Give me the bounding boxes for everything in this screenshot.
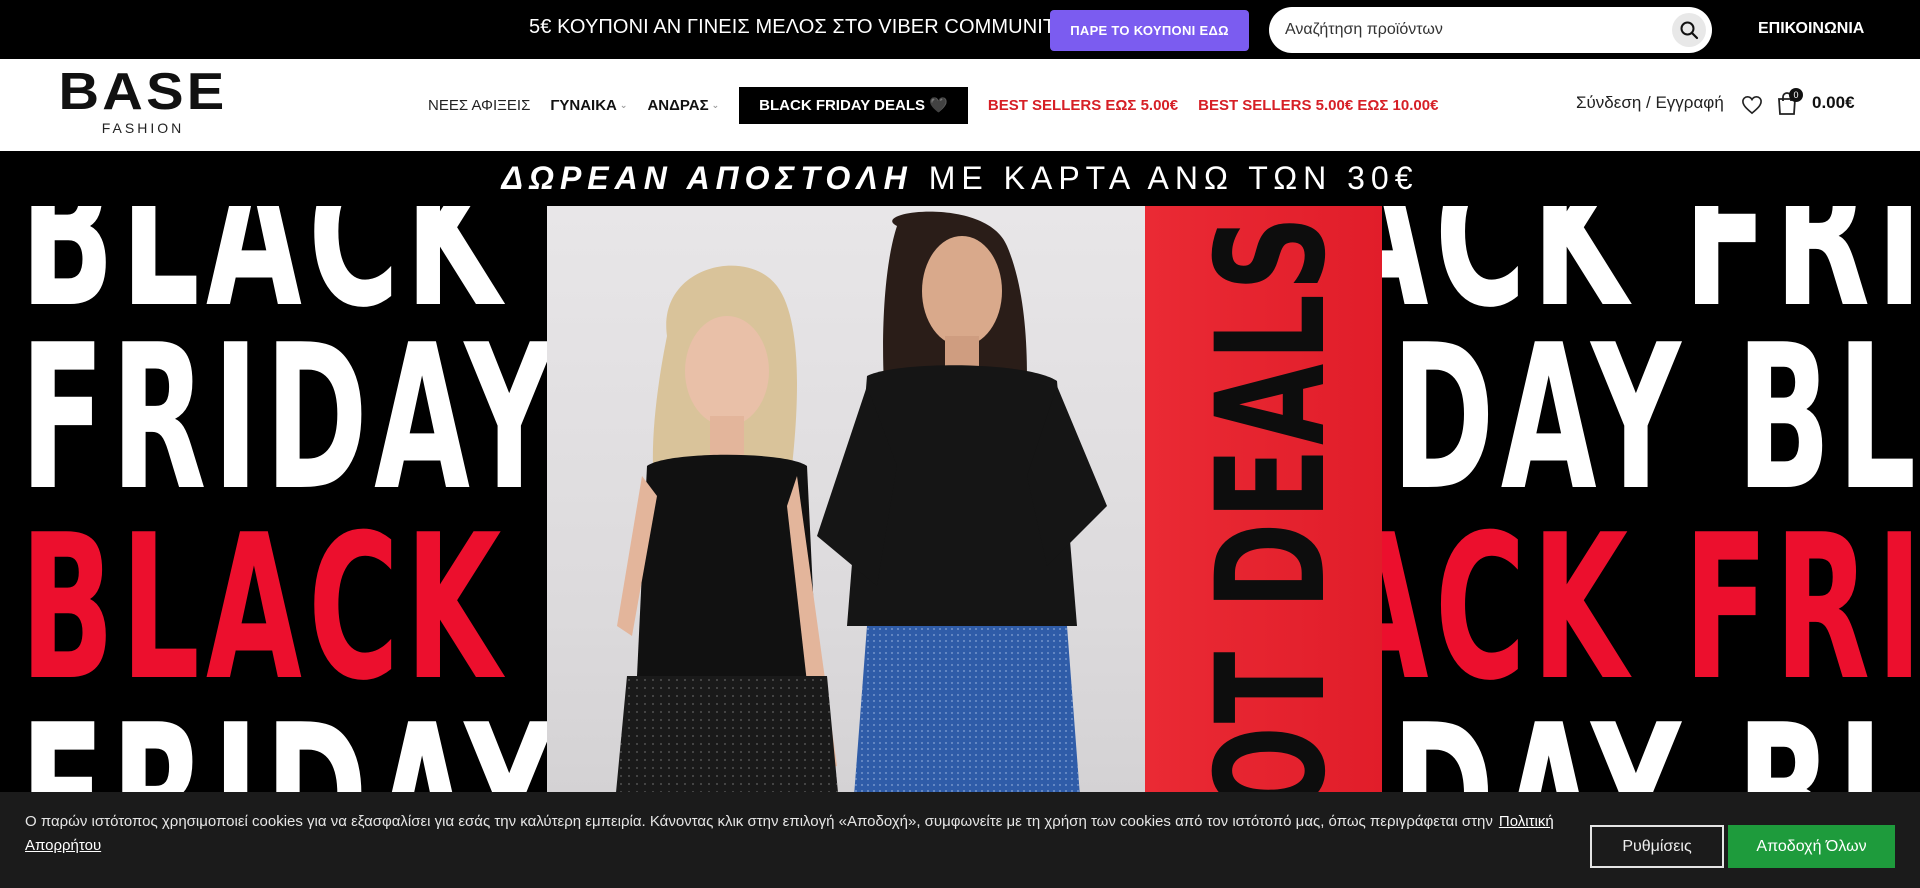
hero-banner[interactable]: BLACK FRIDAY BLACK FRIDAY FRIDAY BLACK F… <box>0 206 1920 888</box>
main-nav: ΝΕΕΣ ΑΦΙΞΕΙΣ ΓΥΝΑΙΚΑ ⌄ ΑΝΔΡΑΣ ⌄ BLACK FRID… <box>428 59 1458 151</box>
cookie-text: Ο παρών ιστότοπος χρησιμοποιεί cookies γ… <box>25 810 1555 858</box>
cookie-message: Ο παρών ιστότοπος χρησιμοποιεί cookies γ… <box>25 813 1493 830</box>
promo-text: 5€ ΚΟΥΠΟΝΙ ΑΝ ΓΙΝΕΙΣ ΜΕΛΟΣ ΣΤΟ VIBER COM… <box>529 16 1069 38</box>
search-icon <box>1680 21 1699 40</box>
heart-icon[interactable] <box>1741 95 1763 115</box>
nav-item-best-sellers-5-10[interactable]: BEST SELLERS 5.00€ ΕΩΣ 10.00€ <box>1198 97 1438 114</box>
cart-total[interactable]: 0.00€ <box>1812 93 1855 113</box>
get-coupon-button[interactable]: ΠΑΡΕ ΤΟ ΚΟΥΠΟΝΙ ΕΔΩ <box>1050 10 1249 51</box>
hero-photo <box>547 206 1145 888</box>
nav-item-men[interactable]: ΑΝΔΡΑΣ ⌄ <box>647 97 719 114</box>
free-shipping-bar: ΔΩΡΕΑΝ ΑΠΟΣΤΟΛΗ ΜΕ ΚΑΡΤΑ ΑΝΩ ΤΩΝ 30€ <box>0 151 1920 206</box>
search-button[interactable] <box>1672 13 1706 47</box>
hot-deals-text: HOT DEALS <box>1185 206 1359 888</box>
accept-all-cookies-button[interactable]: Αποδοχή Όλων <box>1728 825 1895 868</box>
nav-item-women[interactable]: ΓΥΝΑΙΚΑ ⌄ <box>550 97 627 114</box>
cookie-settings-button[interactable]: Ρυθμίσεις <box>1590 825 1724 868</box>
cookie-consent-bar: Ο παρών ιστότοπος χρησιμοποιεί cookies γ… <box>0 792 1920 888</box>
search-input[interactable] <box>1285 7 1655 53</box>
logo-main-text: BASE <box>58 63 228 121</box>
chevron-down-icon: ⌄ <box>619 99 628 110</box>
logo-sub-text: FASHION <box>101 120 185 136</box>
hot-deals-panel: HOT DEALS <box>1145 206 1382 888</box>
cart-count-badge: 0 <box>1789 88 1803 102</box>
chevron-down-icon: ⌄ <box>711 99 720 110</box>
shipping-strong-text: ΔΩΡΕΑΝ ΑΠΟΣΤΟΛΗ <box>501 160 913 196</box>
nav-item-new-arrivals[interactable]: ΝΕΕΣ ΑΦΙΞΕΙΣ <box>428 97 530 114</box>
login-register-link[interactable]: Σύνδεση / Εγγραφή <box>1576 93 1724 113</box>
search-box <box>1269 7 1712 53</box>
shipping-rest-text: ΜΕ ΚΑΡΤΑ ΑΝΩ ΤΩΝ 30€ <box>928 160 1419 196</box>
site-logo[interactable]: BASE FASHION <box>58 66 224 136</box>
top-promo-bar: 5€ ΚΟΥΠΟΝΙ ΑΝ ΓΙΝΕΙΣ ΜΕΛΟΣ ΣΤΟ VIBER COM… <box>0 0 1920 59</box>
site-header: BASE FASHION ΝΕΕΣ ΑΦΙΞΕΙΣ ΓΥΝΑΙΚΑ ⌄ ΑΝΔΡΑ… <box>0 59 1920 151</box>
hot-deals-label: HOT DEALS <box>1185 212 1359 888</box>
nav-item-black-friday-deals[interactable]: BLACK FRIDAY DEALS 🖤 <box>739 86 968 124</box>
models-illustration <box>607 211 1107 888</box>
nav-item-best-sellers-5[interactable]: BEST SELLERS ΕΩΣ 5.00€ <box>988 97 1178 114</box>
nav-item-label: ΑΝΔΡΑΣ <box>647 96 709 114</box>
contact-link[interactable]: ΕΠΙΚΟΙΝΩΝΙΑ <box>1758 20 1864 38</box>
nav-item-label: ΓΥΝΑΙΚΑ <box>550 96 617 114</box>
